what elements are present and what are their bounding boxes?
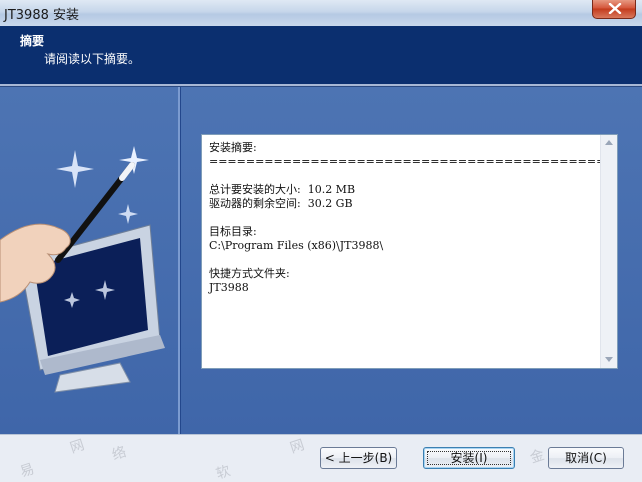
summary-divider: ========================================… bbox=[209, 155, 606, 168]
side-panel-divider bbox=[178, 87, 181, 434]
close-icon bbox=[608, 3, 622, 14]
window-title: JT3988 安装 bbox=[4, 8, 79, 23]
close-button[interactable] bbox=[592, 0, 636, 19]
page-subtitle: 请阅读以下摘要。 bbox=[44, 52, 141, 66]
shortcut-folder-value: JT3988 bbox=[209, 281, 249, 294]
arrow-down-icon bbox=[605, 357, 613, 362]
target-dir-path: C:\Program Files (x86)\JT3988\ bbox=[209, 239, 384, 252]
install-button[interactable]: 安装(I) bbox=[423, 447, 515, 469]
target-dir-label: 目标目录: bbox=[209, 225, 257, 238]
summary-heading: 安装摘要: bbox=[209, 141, 257, 154]
page-title: 摘要 bbox=[20, 34, 45, 48]
back-button[interactable]: < 上一步(B) bbox=[320, 447, 397, 469]
install-size: 总计要安装的大小: 10.2 MB bbox=[209, 183, 356, 196]
summary-box[interactable]: 安装摘要: ==================================… bbox=[201, 134, 618, 369]
scroll-down-button[interactable] bbox=[601, 352, 617, 368]
wizard-illustration bbox=[0, 146, 165, 393]
summary-content: 安装摘要: ==================================… bbox=[209, 141, 605, 295]
scroll-up-button[interactable] bbox=[601, 135, 617, 151]
free-space: 驱动器的剩余空间: 30.2 GB bbox=[209, 197, 353, 210]
shortcut-folder-label: 快捷方式文件夹: bbox=[209, 267, 290, 280]
cancel-button[interactable]: 取消(C) bbox=[548, 447, 624, 469]
installer-window: JT3988 安装 摘要 请阅读以下摘要。 安装摘要: ============… bbox=[0, 0, 642, 482]
arrow-up-icon bbox=[605, 140, 613, 145]
focus-ring bbox=[427, 451, 511, 465]
title-bar[interactable]: JT3988 安装 bbox=[0, 0, 642, 27]
summary-scrollbar[interactable] bbox=[600, 135, 617, 368]
